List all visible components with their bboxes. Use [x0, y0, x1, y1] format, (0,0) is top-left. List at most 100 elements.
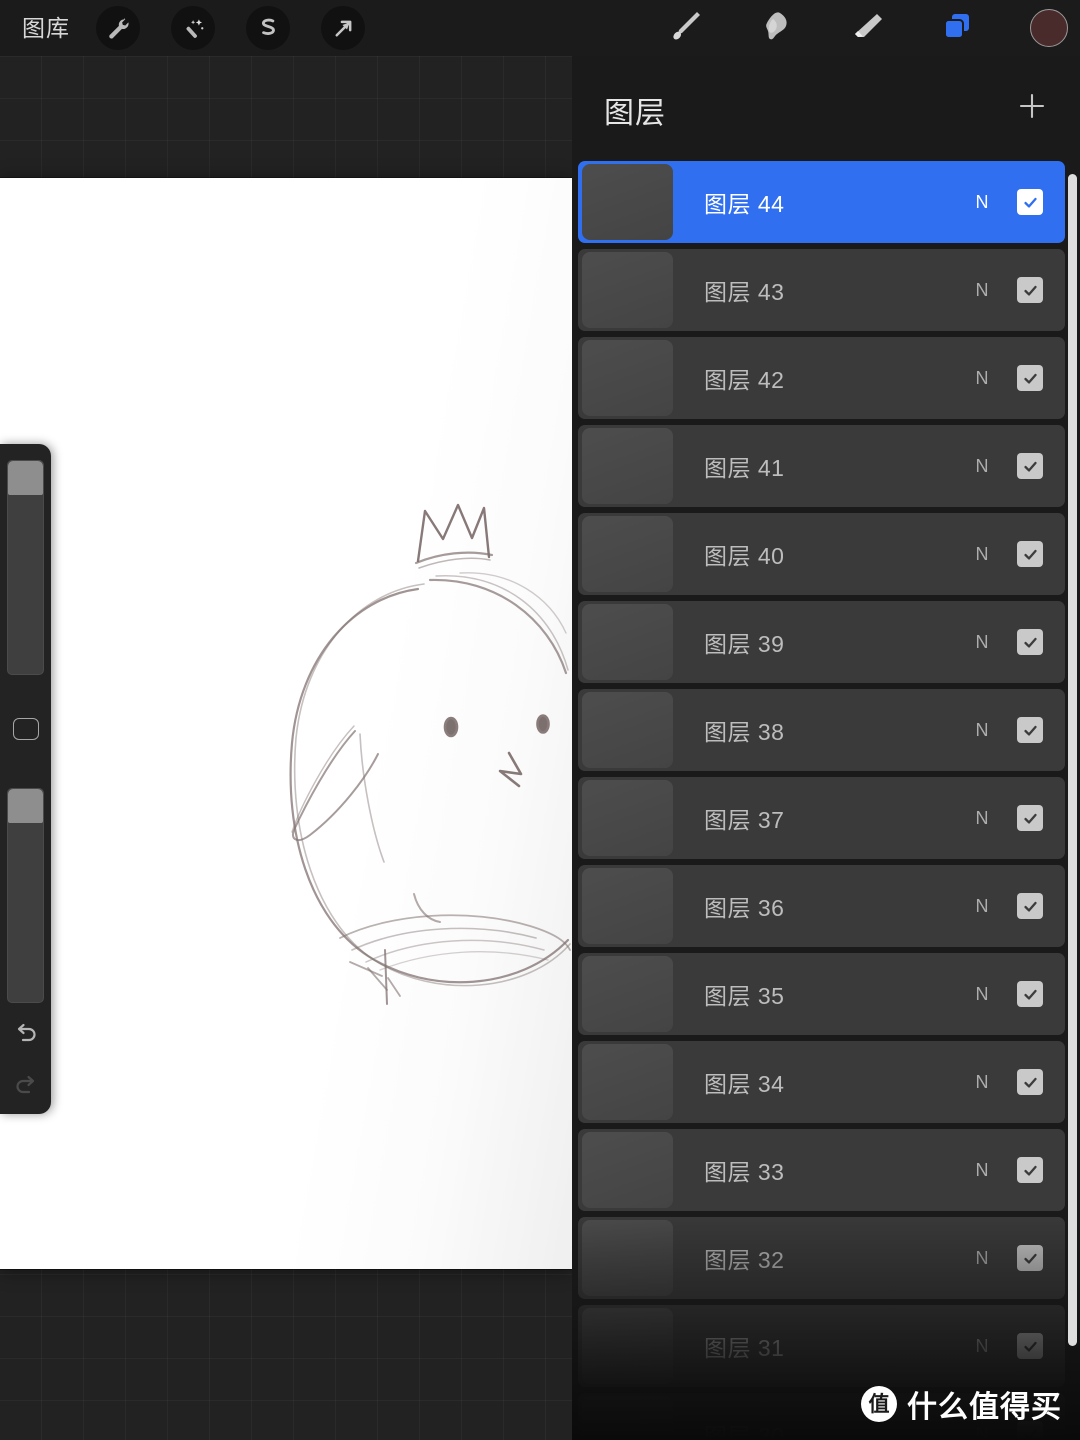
layers-tool-button[interactable]	[933, 4, 981, 52]
layer-thumbnail[interactable]	[582, 252, 673, 328]
layer-row[interactable]: 图层 37 N	[578, 777, 1065, 859]
watermark-logo: 值	[861, 1386, 897, 1422]
layer-visibility-checkbox[interactable]	[1017, 189, 1043, 215]
s-curve-icon	[255, 15, 281, 41]
watermark-text: 什么值得买	[907, 1391, 1062, 1424]
layer-blend-mode[interactable]: N	[976, 1072, 990, 1093]
layer-blend-mode[interactable]: N	[976, 1160, 990, 1181]
layer-name: 图层 38	[704, 719, 785, 745]
layer-blend-mode[interactable]: N	[976, 720, 990, 741]
layer-row[interactable]: 图层 38 N	[578, 689, 1065, 771]
layer-blend-mode[interactable]: N	[976, 368, 990, 389]
layer-blend-mode[interactable]: N	[976, 1248, 990, 1269]
adjustments-magic-button[interactable]	[171, 6, 215, 50]
layer-visibility-checkbox[interactable]	[1017, 1245, 1043, 1271]
watermark: 值 什么值得买	[861, 1382, 1062, 1426]
layers-panel-title: 图层	[604, 97, 666, 130]
layer-name: 图层 31	[704, 1335, 785, 1361]
layer-thumbnail[interactable]	[582, 692, 673, 768]
layer-name: 图层 37	[704, 807, 785, 833]
layer-visibility-checkbox[interactable]	[1017, 805, 1043, 831]
erase-tool-button[interactable]	[843, 4, 891, 52]
redo-button[interactable]	[8, 1071, 43, 1106]
layer-thumbnail[interactable]	[582, 604, 673, 680]
undo-icon	[11, 1019, 41, 1054]
left-sidebar	[0, 444, 51, 1114]
layer-thumbnail[interactable]	[582, 956, 673, 1032]
layer-visibility-checkbox[interactable]	[1017, 717, 1043, 743]
procreate-app: 图库 图层 图层 44 N 图层 43 N 图层 42 N 图层 41 N 图层…	[0, 0, 1080, 1440]
layer-blend-mode[interactable]: N	[976, 456, 990, 477]
layer-blend-mode[interactable]: N	[976, 984, 990, 1005]
layer-thumbnail[interactable]	[582, 1308, 673, 1384]
layer-row[interactable]: 图层 34 N	[578, 1041, 1065, 1123]
layer-row[interactable]: 图层 31 N	[578, 1305, 1065, 1387]
layer-visibility-checkbox[interactable]	[1017, 277, 1043, 303]
layers-list[interactable]: 图层 44 N 图层 43 N 图层 42 N 图层 41 N 图层 40 N 图层 39 N 图层 3…	[572, 161, 1080, 1440]
layer-blend-mode[interactable]: N	[976, 1336, 990, 1357]
layer-row[interactable]: 图层 35 N	[578, 953, 1065, 1035]
paint-tool-button[interactable]	[662, 4, 710, 52]
arrow-icon	[331, 16, 356, 41]
layer-name: 图层 35	[704, 983, 785, 1009]
opacity-knob[interactable]	[8, 789, 43, 823]
color-swatch-button[interactable]	[1030, 9, 1068, 47]
layer-visibility-checkbox[interactable]	[1017, 453, 1043, 479]
transform-button[interactable]	[321, 6, 365, 50]
layer-visibility-checkbox[interactable]	[1017, 629, 1043, 655]
layers-scrollbar[interactable]	[1068, 174, 1077, 1346]
layer-row[interactable]: 图层 43 N	[578, 249, 1065, 331]
layer-row[interactable]: 图层 40 N	[578, 513, 1065, 595]
undo-button[interactable]	[8, 1019, 43, 1054]
layer-thumbnail[interactable]	[582, 868, 673, 944]
smudge-icon	[755, 5, 797, 52]
layer-visibility-checkbox[interactable]	[1017, 893, 1043, 919]
layer-name: 图层 39	[704, 631, 785, 657]
layer-visibility-checkbox[interactable]	[1017, 981, 1043, 1007]
modify-button[interactable]	[13, 718, 39, 740]
layer-row[interactable]: 图层 44 N	[578, 161, 1065, 243]
layer-thumbnail[interactable]	[582, 516, 673, 592]
layer-blend-mode[interactable]: N	[976, 632, 990, 653]
layer-thumbnail[interactable]	[582, 1132, 673, 1208]
layer-thumbnail[interactable]	[582, 1396, 673, 1440]
gallery-button[interactable]: 图库	[22, 13, 70, 43]
layer-thumbnail[interactable]	[582, 1220, 673, 1296]
layer-thumbnail[interactable]	[582, 780, 673, 856]
brush-size-slider[interactable]	[7, 460, 44, 675]
layer-row[interactable]: 图层 42 N	[578, 337, 1065, 419]
layer-blend-mode[interactable]: N	[976, 896, 990, 917]
layer-name: 图层 44	[704, 191, 785, 217]
layer-visibility-checkbox[interactable]	[1017, 1157, 1043, 1183]
selection-button[interactable]	[246, 6, 290, 50]
wrench-icon	[106, 16, 131, 41]
adjustments-wrench-button[interactable]	[96, 6, 140, 50]
layer-blend-mode[interactable]: N	[976, 544, 990, 565]
layer-thumbnail[interactable]	[582, 1044, 673, 1120]
layer-blend-mode[interactable]: N	[976, 808, 990, 829]
opacity-slider[interactable]	[7, 788, 44, 1003]
layer-row[interactable]: 图层 39 N	[578, 601, 1065, 683]
layer-row[interactable]: 图层 33 N	[578, 1129, 1065, 1211]
magic-wand-icon	[181, 16, 206, 41]
layer-row[interactable]: 图层 32 N	[578, 1217, 1065, 1299]
layer-thumbnail[interactable]	[582, 340, 673, 416]
layer-blend-mode[interactable]: N	[976, 192, 990, 213]
layer-row[interactable]: 图层 41 N	[578, 425, 1065, 507]
layer-name: 图层 34	[704, 1071, 785, 1097]
sketch-artwork	[289, 503, 571, 1005]
layer-blend-mode[interactable]: N	[976, 280, 990, 301]
smudge-tool-button[interactable]	[752, 4, 800, 52]
layer-visibility-checkbox[interactable]	[1017, 1333, 1043, 1359]
layer-visibility-checkbox[interactable]	[1017, 365, 1043, 391]
add-layer-button[interactable]	[1010, 86, 1054, 130]
brush-size-knob[interactable]	[8, 461, 43, 495]
layer-visibility-checkbox[interactable]	[1017, 541, 1043, 567]
layer-row[interactable]: 图层 36 N	[578, 865, 1065, 947]
drawing-canvas[interactable]	[0, 178, 572, 1269]
redo-icon	[11, 1071, 41, 1106]
layer-visibility-checkbox[interactable]	[1017, 1069, 1043, 1095]
layer-thumbnail[interactable]	[582, 164, 673, 240]
layer-thumbnail[interactable]	[582, 428, 673, 504]
layer-name: 图层 43	[704, 279, 785, 305]
